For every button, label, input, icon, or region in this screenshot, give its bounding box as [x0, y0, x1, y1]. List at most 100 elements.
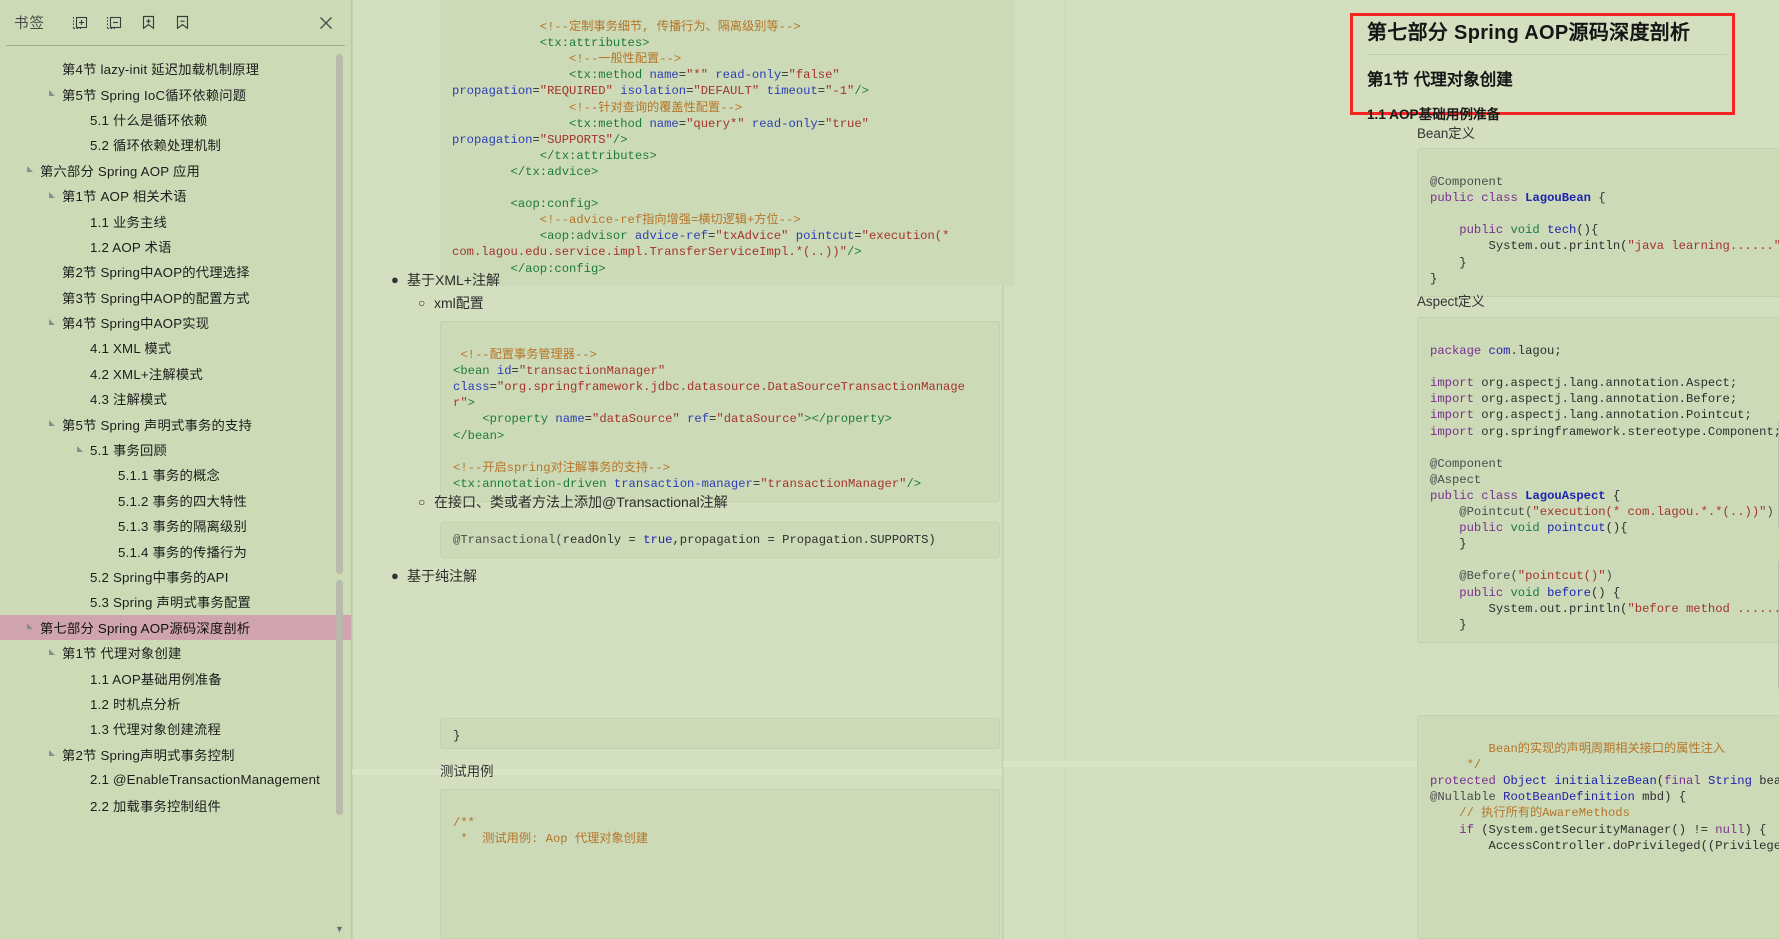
remove-bookmark-icon[interactable] — [169, 10, 195, 36]
sidebar-scrollbar-thumb-bottom[interactable] — [336, 580, 343, 815]
bullet-dot: ● — [391, 568, 399, 583]
bookmark-tree-item[interactable]: 第1节 代理对象创建 — [0, 640, 351, 665]
bookmark-item-label: 5.1.2 事务的四大特性 — [118, 493, 247, 509]
collapse-all-icon[interactable] — [101, 10, 127, 36]
expand-all-icon[interactable] — [67, 10, 93, 36]
bookmark-tree-item[interactable]: 2.2 加载事务控制组件 — [0, 792, 351, 817]
chevron-down-icon[interactable] — [26, 164, 38, 176]
chevron-down-icon[interactable] — [48, 317, 60, 329]
code-block-lagou-aspect: package com.lagou; import org.aspectj.la… — [1417, 317, 1779, 643]
bookmark-tree-item[interactable]: 5.3 Spring 声明式事务配置 — [0, 589, 351, 614]
bookmarks-toolbar: 书签 — [0, 0, 351, 45]
bookmarks-tree[interactable]: 第4节 lazy-init 延迟加载机制原理第5节 Spring IoC循环依赖… — [0, 48, 351, 939]
bookmark-item-label: 第六部分 Spring AOP 应用 — [40, 163, 201, 179]
bookmark-item-label: 第4节 Spring中AOP实现 — [62, 316, 210, 332]
code-block-test-case: /** * 测试用例: Aop 代理对象创建 — [440, 789, 1000, 939]
bookmark-tree-item[interactable]: 第4节 lazy-init 延迟加载机制原理 — [0, 56, 351, 81]
sub-bullet-transactional-label: 在接口、类或者方法上添加@Transactional注解 — [434, 494, 728, 510]
code-block-xml-tx-advice: <!--定制事务细节, 传播行为、隔离级别等--> <tx:attributes… — [440, 0, 1015, 286]
bookmark-tree-item[interactable]: 1.1 AOP基础用例准备 — [0, 665, 351, 690]
bookmark-item-label: 第4节 lazy-init 延迟加载机制原理 — [62, 62, 260, 78]
bookmark-tree-item[interactable]: 5.1 事务回顾 — [0, 437, 351, 462]
bookmark-tree-item[interactable]: 5.1.3 事务的隔离级别 — [0, 513, 351, 538]
bookmark-item-label: 5.1 什么是循环依赖 — [90, 112, 208, 128]
chevron-down-icon[interactable] — [76, 444, 88, 456]
bookmark-tree-item[interactable]: 5.2 Spring中事务的API — [0, 564, 351, 589]
bookmark-item-label: 第3节 Spring中AOP的配置方式 — [62, 290, 250, 306]
scroll-down-arrow[interactable]: ▼ — [333, 922, 346, 935]
chevron-down-icon[interactable] — [48, 647, 60, 659]
bookmark-item-label: 5.1.3 事务的隔离级别 — [118, 519, 247, 535]
bookmarks-sidebar: 书签 第4节 lazy-init 延迟加载机制原理 第5节 Spring IoC… — [0, 0, 352, 939]
bookmark-tree-item[interactable]: 5.1.1 事务的概念 — [0, 462, 351, 487]
sub-bullet-xml-config-label: xml配置 — [434, 295, 484, 311]
bookmark-tree-item[interactable]: 5.2 循环依赖处理机制 — [0, 132, 351, 157]
add-bookmark-icon[interactable] — [135, 10, 161, 36]
bullet-pure-annotation: ● 基于纯注解 — [391, 566, 931, 586]
bookmark-tree-item[interactable]: 第1节 AOP 相关术语 — [0, 183, 351, 208]
bookmark-item-label: 1.1 业务主线 — [90, 214, 167, 230]
bullet-xml-annotation: ● 基于XML+注解 — [391, 270, 931, 290]
chevron-down-icon[interactable] — [48, 88, 60, 100]
bookmark-tree-item[interactable]: 4.3 注解模式 — [0, 386, 351, 411]
code-block-initialize-bean: Bean的实现的声明周期相关接口的属性注入 */ protected Objec… — [1417, 715, 1779, 939]
bullet-circle: ○ — [418, 296, 426, 310]
heading-divider — [1367, 54, 1727, 55]
bookmark-tree-item[interactable]: 1.1 业务主线 — [0, 208, 351, 233]
chevron-down-icon[interactable] — [48, 748, 60, 760]
bookmark-item-label: 第七部分 Spring AOP源码深度剖析 — [40, 620, 251, 636]
bookmark-tree-item[interactable]: 1.3 代理对象创建流程 — [0, 716, 351, 741]
sub-bullet-transactional: ○ 在接口、类或者方法上添加@Transactional注解 — [418, 492, 958, 512]
bookmark-tree-item[interactable]: 第六部分 Spring AOP 应用 — [0, 158, 351, 183]
bookmark-item-label: 5.1.4 事务的传播行为 — [118, 544, 247, 560]
bookmark-item-label: 1.1 AOP基础用例准备 — [90, 671, 222, 687]
page-edge-left — [352, 0, 353, 939]
bookmark-tree-item[interactable]: 1.2 时机点分析 — [0, 691, 351, 716]
bullet-circle: ○ — [418, 495, 426, 509]
bookmark-item-label: 2.2 加载事务控制组件 — [90, 798, 221, 814]
caption-aspect-definition: Aspect定义 — [1417, 294, 1485, 309]
bookmark-item-label: 5.2 Spring中事务的API — [90, 570, 229, 585]
bookmark-tree-item[interactable]: 第5节 Spring 声明式事务的支持 — [0, 411, 351, 436]
bookmark-tree-item[interactable]: 第2节 Spring声明式事务控制 — [0, 742, 351, 767]
bookmark-item-label: 5.3 Spring 声明式事务配置 — [90, 595, 251, 611]
bookmark-tree-item[interactable]: 第4节 Spring中AOP实现 — [0, 310, 351, 335]
bookmark-tree-item[interactable]: 5.1.2 事务的四大特性 — [0, 488, 351, 513]
bookmark-tree-item[interactable]: 4.2 XML+注解模式 — [0, 361, 351, 386]
bookmark-tree-item[interactable]: 1.2 AOP 术语 — [0, 234, 351, 259]
chevron-down-icon[interactable] — [26, 621, 38, 633]
chevron-down-icon[interactable] — [48, 418, 60, 430]
sidebar-scrollbar-thumb-top[interactable] — [336, 54, 343, 574]
bookmark-tree-item[interactable]: 5.1 什么是循环依赖 — [0, 107, 351, 132]
closing-brace-text: } — [453, 729, 461, 743]
document-pages[interactable]: <!--定制事务细节, 传播行为、隔离级别等--> <tx:attributes… — [352, 0, 1779, 939]
bookmark-tree-item[interactable]: 第5节 Spring IoC循环依赖问题 — [0, 81, 351, 106]
bookmark-tree-item[interactable]: 5.1.4 事务的传播行为 — [0, 538, 351, 563]
bullet-xml-annotation-label: 基于XML+注解 — [407, 272, 500, 288]
bookmark-item-label: 4.2 XML+注解模式 — [90, 366, 203, 382]
caption-bean-definition: Bean定义 — [1417, 126, 1476, 141]
bookmark-item-label: 5.2 循环依赖处理机制 — [90, 138, 221, 154]
bookmark-tree-item[interactable]: 2.1 @EnableTransactionManagement — [0, 767, 351, 792]
bookmark-tree-item[interactable]: 第2节 Spring中AOP的代理选择 — [0, 259, 351, 284]
close-sidebar-icon[interactable] — [315, 12, 337, 34]
bookmark-tree-item[interactable]: 4.1 XML 模式 — [0, 335, 351, 360]
bookmark-tree-item[interactable]: 第七部分 Spring AOP源码深度剖析 — [0, 614, 351, 640]
bookmark-tree-item[interactable]: 第3节 Spring中AOP的配置方式 — [0, 285, 351, 310]
bookmarks-panel-title: 书签 — [14, 16, 45, 32]
heading-sub-title: 1.1 AOP基础用例准备 — [1367, 107, 1501, 122]
bookmark-item-label: 4.3 注解模式 — [90, 392, 167, 408]
chevron-down-icon[interactable] — [48, 190, 60, 202]
bookmark-item-label: 第5节 Spring 声明式事务的支持 — [62, 417, 252, 433]
